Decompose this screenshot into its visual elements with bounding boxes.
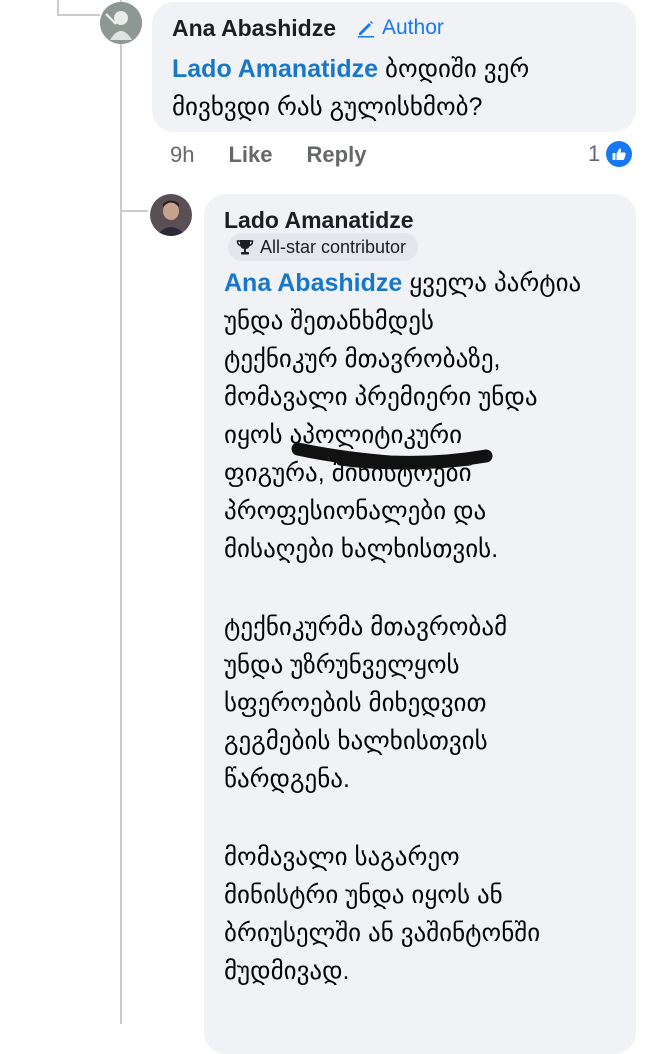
comment-text-line: სფეროების მიხედვით (224, 689, 487, 717)
comment-text-line: წარდგენა. (224, 765, 350, 793)
comment-text-line: უნდა შეთანხმდეს (224, 307, 434, 335)
trophy-icon (236, 240, 254, 255)
comment-text-line: იყოს აპოლიტიკური (224, 421, 463, 449)
like-reaction-icon (606, 141, 633, 167)
all-star-badge-label: All-star contributor (260, 236, 407, 257)
comment-text: Lado Amanatidze ბოდიში ვერ მივხვდი რას გ… (172, 50, 632, 126)
like-button[interactable]: Like (228, 142, 272, 168)
mention-link[interactable]: Lado Amanatidze (172, 55, 378, 83)
comment-text-line: გეგმების ხალხისთვის (224, 727, 488, 755)
all-star-badge[interactable]: All-star contributor (228, 233, 419, 261)
pencil-icon (358, 21, 374, 38)
thread-line-main (120, 0, 122, 1024)
comment-text-line: ფიგურა, მინისტრები (224, 459, 472, 487)
comment-text-line: პროფესიონალები და (224, 497, 487, 525)
comment-text: Ana Abashidze ყველა პარტია უნდა შეთანხმდ… (224, 264, 634, 1030)
comment-text-line: ტექნიკურმა მთავრობამ (224, 613, 508, 641)
paragraph-2: ტექნიკურმა მთავრობამ უნდა უზრუნველყოს სფ… (224, 608, 634, 798)
timestamp[interactable]: 9h (170, 142, 194, 168)
thread-line-top-elbow (57, 14, 100, 16)
comment-text-line: უნდა უზრუნველყოს (224, 651, 460, 679)
reaction-count: 1 (588, 141, 601, 166)
paragraph-1: Ana Abashidze ყველა პარტია უნდა შეთანხმდ… (224, 264, 634, 568)
comment-author[interactable]: Ana Abashidze (172, 15, 336, 42)
comment-text-line: მუდმივად. (224, 957, 350, 985)
profile-photo-icon (150, 194, 192, 236)
comment-text-line-2: მივხვდი რას გულისხმობ? (172, 93, 483, 121)
thread-line-top-branch (57, 0, 59, 14)
comment-author[interactable]: Lado Amanatidze (224, 207, 414, 234)
comment-text-line: მინისტრი უნდა იყოს ან (224, 881, 503, 909)
thumbs-up-icon (612, 148, 626, 160)
reaction-summary[interactable]: 1 (588, 141, 633, 167)
comment-text-line-1: ბოდიში ვერ (385, 55, 530, 83)
profile-photo-icon (100, 2, 142, 44)
comment-actions: 9h Like Reply (170, 142, 366, 168)
comment-text-line: მომავალი პრემიერი უნდა (224, 383, 538, 411)
comment-text-line: ბრიუსელში ან ვაშინტონში (224, 919, 541, 947)
comment-text-line: ყველა პარტია (409, 269, 582, 297)
thread-line-reply-elbow (120, 210, 148, 212)
comment-bubble-ana: Ana Abashidze Author Lado Amanatidze ბოდ… (152, 2, 636, 132)
author-badge-label: Author (382, 16, 444, 39)
comment-text-line: მისაღები ხალხისთვის. (224, 535, 499, 563)
avatar-lado[interactable] (150, 194, 192, 236)
paragraph-3: მომავალი საგარეო მინისტრი უნდა იყოს ან ბ… (224, 838, 634, 990)
author-badge: Author (356, 16, 444, 40)
avatar-ana[interactable] (100, 2, 142, 44)
mention-link[interactable]: Ana Abashidze (224, 269, 402, 297)
comment-text-line: ტექნიკურ მთავრობაზე, (224, 345, 501, 373)
reply-button[interactable]: Reply (307, 142, 367, 168)
comment-text-line: მომავალი საგარეო (224, 843, 460, 871)
